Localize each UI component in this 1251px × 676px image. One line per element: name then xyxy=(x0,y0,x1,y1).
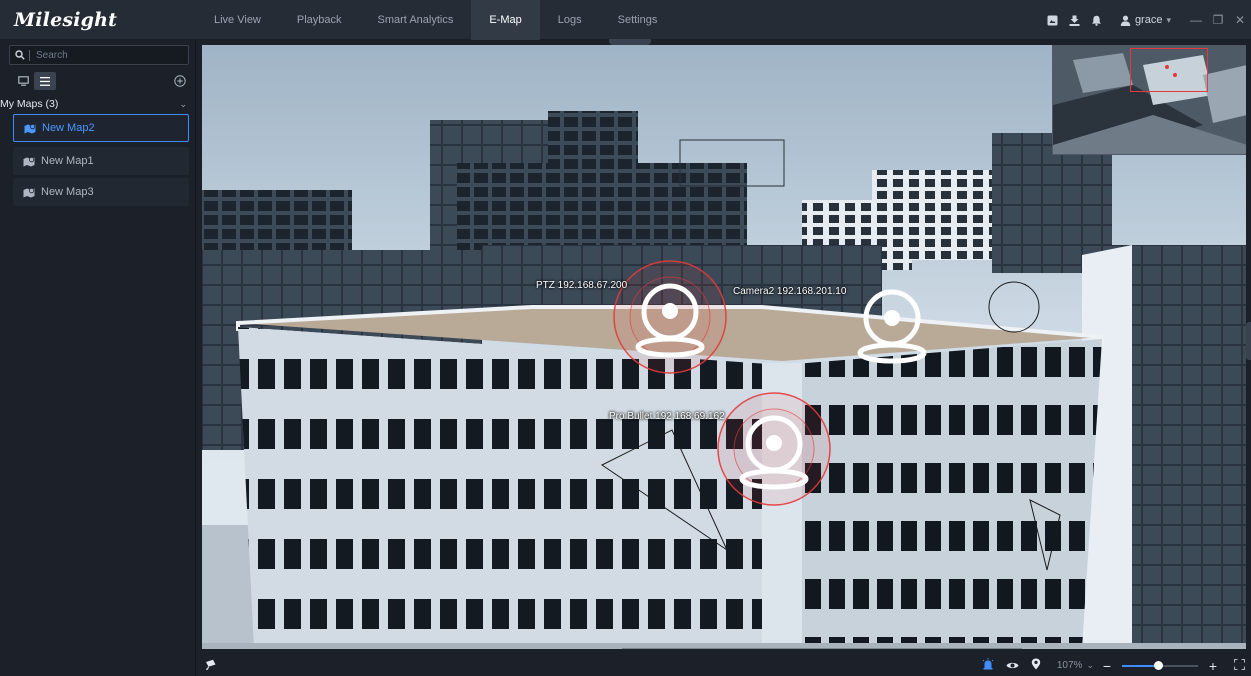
user-icon xyxy=(1120,15,1131,26)
map-item-new-map3[interactable]: New Map3 xyxy=(13,178,189,206)
minimap-viewport[interactable] xyxy=(1130,48,1208,92)
thumbnail-view-button[interactable] xyxy=(12,72,34,90)
alarm-icon[interactable] xyxy=(982,657,994,675)
map-item-label: New Map1 xyxy=(41,155,94,167)
user-name: grace xyxy=(1134,14,1163,26)
nav-logs[interactable]: Logs xyxy=(540,0,600,40)
nav-playback[interactable]: Playback xyxy=(279,0,360,40)
view-toggle xyxy=(12,72,56,90)
location-pin-icon[interactable] xyxy=(1031,657,1041,675)
map-icon xyxy=(24,123,36,133)
notification-icon[interactable] xyxy=(1087,10,1107,30)
search-box[interactable] xyxy=(9,45,189,65)
zoom-out-icon[interactable]: − xyxy=(1100,658,1114,674)
app-window: Milesight Live View Playback Smart Analy… xyxy=(0,0,1251,676)
bottom-toolbar: 107% ⌄ − + xyxy=(196,655,1251,676)
chevron-down-icon: ▾ xyxy=(1166,14,1171,25)
close-icon[interactable]: ✕ xyxy=(1229,13,1251,27)
app-logo: Milesight xyxy=(14,8,118,31)
camera-label-camera2: Camera2 192.168.201.10 xyxy=(733,286,847,297)
top-right-tools: grace ▾ — ❐ ✕ xyxy=(1042,0,1251,40)
search-icon xyxy=(15,50,25,60)
zoom-level[interactable]: 107% xyxy=(1057,660,1083,671)
camera-icon[interactable] xyxy=(205,657,217,675)
chevron-down-icon[interactable]: ⌄ xyxy=(1086,660,1094,671)
add-circle-icon xyxy=(174,75,186,87)
camera-marker-pro-bullet[interactable] xyxy=(714,389,834,509)
search-divider xyxy=(29,49,30,61)
my-maps-title: My Maps (3) xyxy=(0,98,59,110)
top-bar: Milesight Live View Playback Smart Analy… xyxy=(0,0,1251,40)
monitor-icon xyxy=(17,76,29,86)
minimize-icon[interactable]: — xyxy=(1185,13,1207,27)
visibility-icon[interactable] xyxy=(1006,657,1019,675)
nav-live-view[interactable]: Live View xyxy=(196,0,279,40)
search-input[interactable] xyxy=(36,49,186,61)
fullscreen-icon[interactable] xyxy=(1234,657,1245,675)
zoom-slider-handle[interactable] xyxy=(1153,660,1163,670)
screenshot-icon[interactable] xyxy=(1043,10,1063,30)
download-icon[interactable] xyxy=(1065,10,1085,30)
map-item-new-map2[interactable]: New Map2 xyxy=(13,114,189,142)
map-item-label: New Map2 xyxy=(42,122,95,134)
sidebar: My Maps (3) ⌄ New Map2 New Map1 New Map3 xyxy=(0,40,196,676)
restore-icon[interactable]: ❐ xyxy=(1207,13,1229,27)
camera-marker-ptz[interactable] xyxy=(610,257,730,377)
add-map-button[interactable] xyxy=(174,74,186,92)
map-icon xyxy=(23,187,35,197)
map-icon xyxy=(23,156,35,166)
my-maps-header[interactable]: My Maps (3) ⌄ xyxy=(0,97,196,111)
zoom-slider-fill xyxy=(1122,664,1158,667)
map-item-label: New Map3 xyxy=(41,186,94,198)
camera-label-ptz: PTZ 192.168.67.200 xyxy=(536,280,628,291)
zoom-slider[interactable] xyxy=(1122,660,1198,670)
collapse-side-tab[interactable] xyxy=(1246,322,1251,360)
nav-settings[interactable]: Settings xyxy=(600,0,676,40)
collapse-top-tab[interactable] xyxy=(609,39,651,45)
nav-smart-analytics[interactable]: Smart Analytics xyxy=(360,0,472,40)
minimap[interactable] xyxy=(1052,45,1246,155)
camera-marker-camera2[interactable] xyxy=(847,278,937,368)
chevron-down-icon: ⌄ xyxy=(179,98,187,109)
list-view-button[interactable] xyxy=(34,72,56,90)
user-menu[interactable]: grace ▾ xyxy=(1120,14,1171,26)
camera-label-pro-bullet: Pro Bullet 192.168.69.162 xyxy=(609,411,725,422)
zoom-in-icon[interactable]: + xyxy=(1206,658,1220,674)
map-canvas[interactable]: PTZ 192.168.67.200 Camera2 192.168.201.1… xyxy=(202,45,1246,649)
list-icon xyxy=(40,76,50,86)
map-item-new-map1[interactable]: New Map1 xyxy=(13,147,189,175)
main-nav: Live View Playback Smart Analytics E-Map… xyxy=(196,0,675,40)
bottom-right-tools: 107% ⌄ − + xyxy=(982,655,1245,676)
nav-e-map[interactable]: E-Map xyxy=(471,0,540,40)
